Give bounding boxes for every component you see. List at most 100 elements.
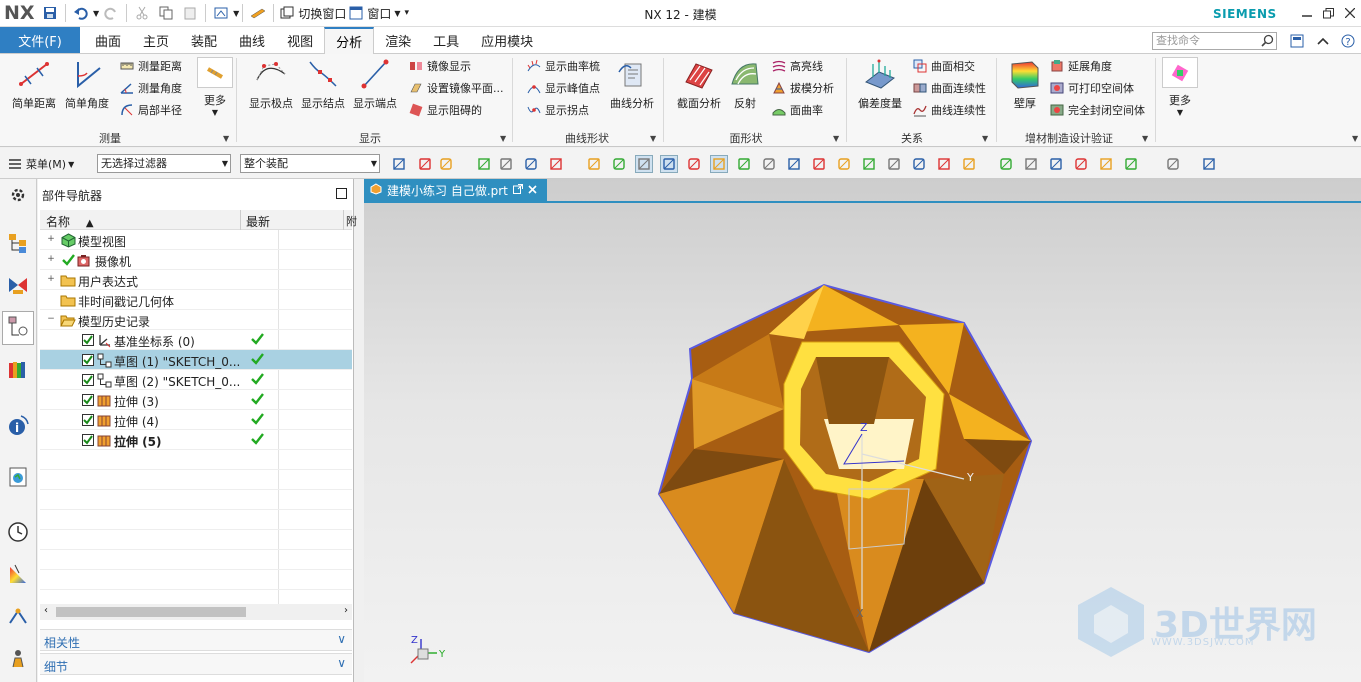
center-icon[interactable] [810, 155, 828, 173]
set-mirror-plane-button[interactable]: 设置镜像平面... [408, 78, 504, 98]
tree-row-model-views[interactable]: + 模型视图 [40, 230, 352, 250]
simple-angle-button[interactable]: 简单角度 [62, 57, 112, 117]
snap-icon[interactable] [390, 155, 408, 173]
part-navigator-icon[interactable] [2, 311, 34, 345]
customize-qa-icon[interactable]: ▾ [405, 8, 410, 18]
extend-angle-button[interactable]: 延展角度 [1049, 56, 1112, 76]
view-fit-icon[interactable] [935, 155, 953, 173]
ribbon-options-icon[interactable] [1288, 32, 1306, 50]
curve-continuity-button[interactable]: 曲线连续性 [912, 100, 986, 120]
tree-row-sketch-2[interactable]: 草图 (2) "SKETCH_0... [40, 370, 352, 390]
collapse-ribbon-icon[interactable] [1314, 32, 1332, 50]
constraint-navigator-icon[interactable] [5, 272, 31, 298]
graphics-window[interactable]: 建模小练习 自己做.prt Z Y X Z Y 3D世界网 WWW.3DSJW.… [364, 179, 1361, 682]
show-curvature-comb-button[interactable]: 显示曲率梳 [526, 56, 600, 76]
visibility-icon[interactable] [1164, 155, 1182, 173]
web-browser-icon[interactable] [5, 464, 31, 490]
reflection-button[interactable]: 反射 [720, 57, 770, 117]
tree-row-unused-geometry[interactable]: 非时间戳记几何体 [40, 290, 352, 310]
reuse-library-icon[interactable] [5, 357, 31, 383]
tree-row-user-expressions[interactable]: + 用户表达式 [40, 270, 352, 290]
curve-icon[interactable] [685, 155, 703, 173]
system-materials-icon[interactable] [5, 561, 31, 587]
view-dropdown-icon[interactable]: ▼ [233, 9, 239, 18]
visibility-checkbox[interactable] [82, 434, 94, 446]
rotate-icon[interactable] [997, 155, 1015, 173]
tree-row-extrude-3[interactable]: 拉伸 (3) [40, 390, 352, 410]
dependencies-panel[interactable]: 相关性 ∨ [40, 629, 352, 651]
tree-row-extrude-4[interactable]: 拉伸 (4) [40, 410, 352, 430]
point-snap-icon[interactable] [635, 155, 653, 173]
tree-row-model-history[interactable]: − 模型历史记录 [40, 310, 352, 330]
show-knots-button[interactable]: 显示结点 [298, 57, 348, 117]
touch-mode-icon[interactable] [248, 3, 268, 23]
render-icon[interactable] [1047, 155, 1065, 173]
settings-gear-icon[interactable] [5, 182, 31, 208]
face-curvature-button[interactable]: 面曲率 [771, 100, 823, 120]
tree-row-sketch-1[interactable]: 草图 (1) "SKETCH_0... [40, 350, 352, 370]
ribbon-overflow-icon[interactable]: ▼ [1352, 134, 1358, 143]
navigator-horizontal-scrollbar[interactable]: ‹ › [40, 604, 352, 620]
undo-dropdown-icon[interactable]: ▼ [93, 9, 99, 18]
command-search-input[interactable]: 查找命令 [1152, 32, 1277, 50]
column-latest-header[interactable]: 最新 [246, 213, 270, 230]
history-clock-icon[interactable] [5, 519, 31, 545]
column-name-header[interactable]: 名称 ▲ [46, 213, 94, 230]
visibility-checkbox[interactable] [82, 334, 94, 346]
solid-icon[interactable] [585, 155, 603, 173]
window-menu-button[interactable]: 窗口 ▼ [349, 5, 401, 22]
tab-view[interactable]: 视图 [276, 27, 324, 53]
file-tab[interactable]: 文件(F) [0, 27, 80, 53]
local-radius-button[interactable]: 局部半径 [119, 100, 182, 120]
visibility-checkbox[interactable] [82, 354, 94, 366]
pan-icon[interactable] [1022, 155, 1040, 173]
view-layout-icon[interactable] [211, 3, 231, 23]
layer-icon[interactable] [1122, 155, 1140, 173]
column-extra-header[interactable]: 附 [346, 213, 357, 229]
minimize-icon[interactable] [1297, 4, 1317, 22]
tree-row-datum-csys[interactable]: 基准坐标系 (0) [40, 330, 352, 350]
tab-home[interactable]: 主页 [132, 27, 180, 53]
measure-distance-button[interactable]: 测量距离 [119, 56, 182, 76]
printable-void-button[interactable]: 可打印空间体 [1049, 78, 1134, 98]
close-icon[interactable] [1340, 4, 1360, 22]
highlight-lines-button[interactable]: 高亮线 [771, 56, 823, 76]
tab-surface[interactable]: 曲面 [84, 27, 132, 53]
roles-icon[interactable] [5, 645, 31, 671]
cut-icon[interactable] [132, 3, 152, 23]
filter-icon[interactable] [475, 155, 493, 173]
face-continuity-button[interactable]: 曲面连续性 [912, 78, 986, 98]
tab-tools[interactable]: 工具 [422, 27, 470, 53]
assembly-navigator-icon[interactable] [5, 230, 31, 256]
tab-curve[interactable]: 曲线 [228, 27, 276, 53]
visibility-checkbox[interactable] [82, 414, 94, 426]
tab-render[interactable]: 渲染 [374, 27, 422, 53]
details-panel[interactable]: 细节 ∨ [40, 653, 352, 675]
grid-icon[interactable] [437, 155, 455, 173]
simple-distance-button[interactable]: 简单距离 [9, 57, 59, 117]
switch-window-button[interactable]: 切换窗口 [280, 5, 346, 22]
show-inflections-button[interactable]: 显示拐点 [526, 100, 589, 120]
restore-icon[interactable] [1318, 4, 1338, 22]
paste-icon[interactable] [180, 3, 200, 23]
help-icon[interactable]: ? [1339, 32, 1357, 50]
tab-analysis[interactable]: 分析 [324, 27, 375, 54]
measure-more-button[interactable]: 更多 ▼ [190, 57, 240, 117]
visibility-checkbox[interactable] [82, 394, 94, 406]
process-studio-icon[interactable] [5, 603, 31, 629]
hd3d-tools-icon[interactable]: i [5, 412, 31, 438]
line-icon[interactable] [660, 155, 678, 173]
assembly-scope-select[interactable]: 整个装配 ▼ [240, 154, 380, 173]
midpoint-icon[interactable] [885, 155, 903, 173]
box-select-icon[interactable] [547, 155, 565, 173]
intersect-icon[interactable] [835, 155, 853, 173]
zoom-icon[interactable] [960, 155, 978, 173]
fully-enclosed-void-button[interactable]: 完全封闭空间体 [1049, 100, 1145, 120]
section-icon[interactable] [1072, 155, 1090, 173]
pointer-icon[interactable] [416, 155, 434, 173]
face-icon[interactable] [610, 155, 628, 173]
show-peaks-button[interactable]: 显示峰值点 [526, 78, 600, 98]
section-analysis-button[interactable]: 截面分析 [674, 57, 724, 117]
redo-icon[interactable] [101, 3, 121, 23]
scroll-left-icon[interactable]: ‹ [44, 605, 48, 616]
